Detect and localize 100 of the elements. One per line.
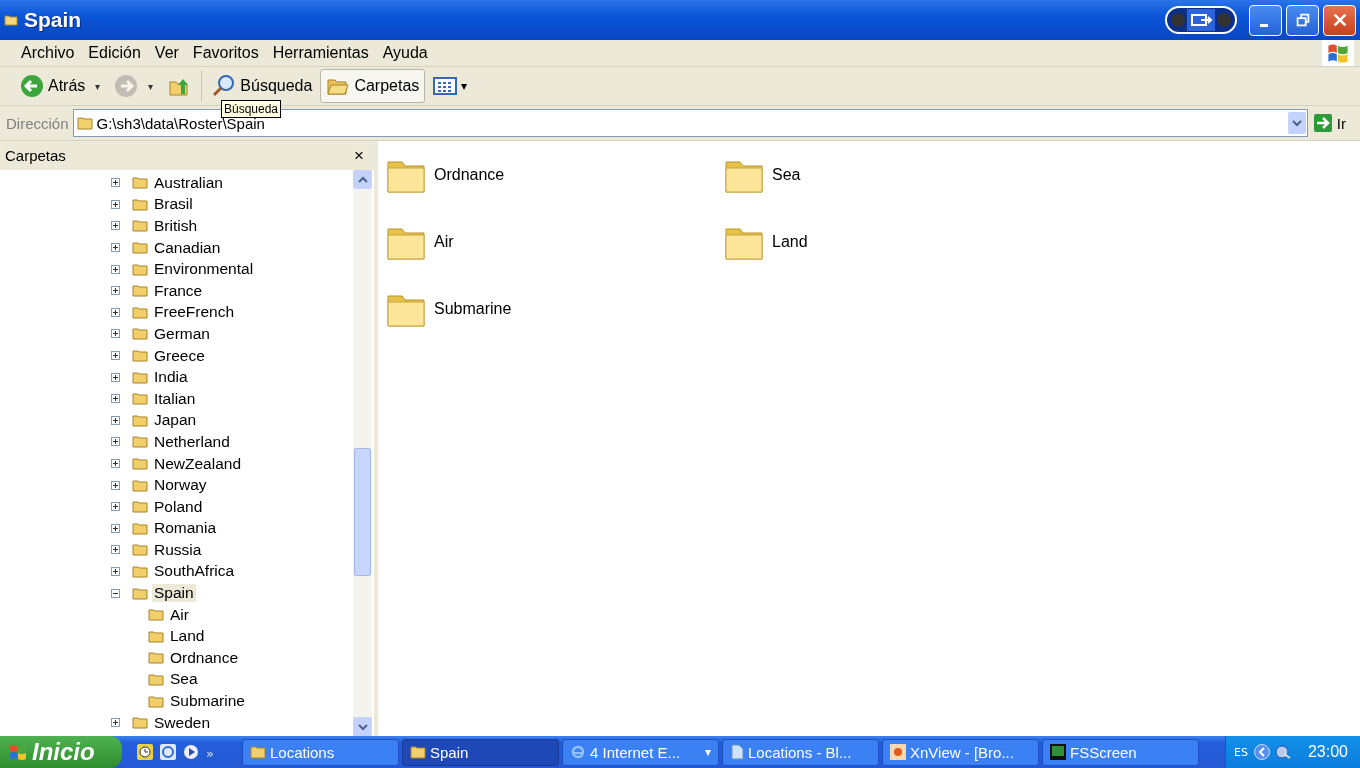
expander-icon[interactable] [111,307,120,317]
folder-icon [132,219,148,233]
menu-item[interactable]: Ver [147,44,186,62]
tree-item[interactable]: Submarine [168,692,247,711]
tree-item[interactable]: Land [168,627,207,646]
taskbar-button[interactable]: Spain [402,738,559,766]
taskbar-button[interactable]: FSScreen [1042,738,1199,766]
folder-icon [148,608,164,622]
expander-icon[interactable] [111,480,120,490]
taskbar-button[interactable]: Locations [242,738,399,766]
expander-icon[interactable] [111,372,120,382]
tree-item[interactable]: Ordnance [168,648,241,667]
scrollbar[interactable] [353,170,372,736]
expander-icon[interactable] [111,351,120,361]
menu-item[interactable]: Ayuda [375,44,435,62]
tree-item[interactable]: Canadian [152,238,223,257]
tree-item[interactable]: Russia [152,540,204,559]
tree-item[interactable]: India [152,368,190,387]
tree-item[interactable]: Norway [152,476,209,495]
folder-name[interactable]: Submarine [434,300,512,318]
folder-name[interactable]: Sea [772,166,801,184]
folder-icon [132,197,148,211]
scroll-down-icon[interactable] [357,722,368,731]
folder-icon [148,694,164,708]
tree-item[interactable]: Romania [152,519,219,538]
expander-icon[interactable] [111,567,120,576]
maximize-button[interactable] [1286,4,1319,36]
folder-icon [4,14,18,26]
folder-name[interactable]: Air [434,233,454,251]
expander-icon[interactable] [111,199,120,209]
tree-item[interactable]: Sea [168,670,200,689]
clock-icon[interactable] [137,744,153,760]
expander-icon[interactable] [111,718,120,728]
browser-icon[interactable] [160,744,176,760]
expander-icon[interactable] [111,415,120,425]
folder-icon [132,478,148,492]
menu-item[interactable]: Archivo [14,44,82,62]
tree-item[interactable]: Air [168,605,191,624]
media-player-icon[interactable] [183,744,199,760]
taskbar-button[interactable]: XnView - [Bro... [882,738,1039,766]
tree-item[interactable]: NewZealand [152,454,244,473]
folders-button[interactable]: Carpetas [320,69,426,103]
expander-icon[interactable] [111,394,120,404]
tree-item[interactable]: Environmental [152,260,256,279]
expander-icon[interactable] [111,588,120,598]
folder-icon [132,413,148,427]
folder-icon [132,176,148,190]
expander-icon[interactable] [111,437,120,447]
menu-item[interactable]: Favoritos [185,44,266,62]
tree-item[interactable]: France [152,281,205,300]
expander-icon[interactable] [111,286,120,296]
minimize-button[interactable] [1249,4,1282,36]
views-button[interactable]: ▾ [427,69,474,103]
search-icon [212,74,237,98]
monitor-icon [1050,744,1066,760]
search-button[interactable]: Búsqueda [206,69,319,103]
tree-item[interactable]: SouthAfrica [152,562,237,581]
expander-icon[interactable] [111,264,120,274]
menu-item[interactable]: Herramientas [265,44,376,62]
tree-item[interactable]: Brasil [152,195,195,214]
close-button[interactable] [1323,4,1356,36]
dropdown-button[interactable] [1287,112,1306,134]
window-switch-icon[interactable] [1165,6,1237,34]
tree-item[interactable]: German [152,324,212,343]
expand-tray-icon[interactable] [1253,744,1270,760]
folder-icon [132,457,148,470]
language-indicator[interactable]: ES [1234,745,1248,759]
expander-icon[interactable] [111,502,120,512]
window-title: Spain [24,8,82,32]
folder-name[interactable]: Land [772,233,808,251]
folder-name[interactable]: Ordnance [434,166,505,184]
overflow-chevron[interactable]: » [206,745,214,761]
tree-item[interactable]: British [152,217,200,235]
tree-item[interactable]: Australian [152,173,225,192]
taskbar-button[interactable]: Locations - Bl... [722,738,879,766]
tree-item[interactable]: FreeFrench [152,303,237,322]
expander-icon[interactable] [111,243,120,253]
expander-icon[interactable] [111,545,120,555]
tree-item[interactable]: Netherland [152,432,232,451]
tree-item[interactable]: Italian [152,389,198,408]
menu-item[interactable]: Edición [81,44,148,62]
folder-icon [148,629,164,643]
expander-icon[interactable] [111,221,120,231]
scroll-thumb[interactable] [354,447,371,577]
expander-icon[interactable] [111,329,120,339]
tree-item[interactable]: Sweden [152,713,212,732]
tree-item[interactable]: Greece [152,346,207,365]
tree-item[interactable]: Poland [152,497,205,516]
go-button[interactable]: Ir [1311,114,1360,132]
scroll-up-icon[interactable] [357,175,368,184]
close-pane-button[interactable]: × [350,147,368,164]
back-button[interactable]: Atrás ▾ [14,69,107,103]
expander-icon[interactable] [111,523,120,533]
folder-icon [132,435,148,449]
taskbar-button[interactable]: 4 Internet E... ▾ [562,738,719,766]
tree-item[interactable]: Spain [152,584,196,603]
expander-icon[interactable] [111,178,120,188]
expander-icon[interactable] [111,459,120,468]
tree-item[interactable]: Japan [152,411,199,430]
folder-icon [148,672,164,686]
